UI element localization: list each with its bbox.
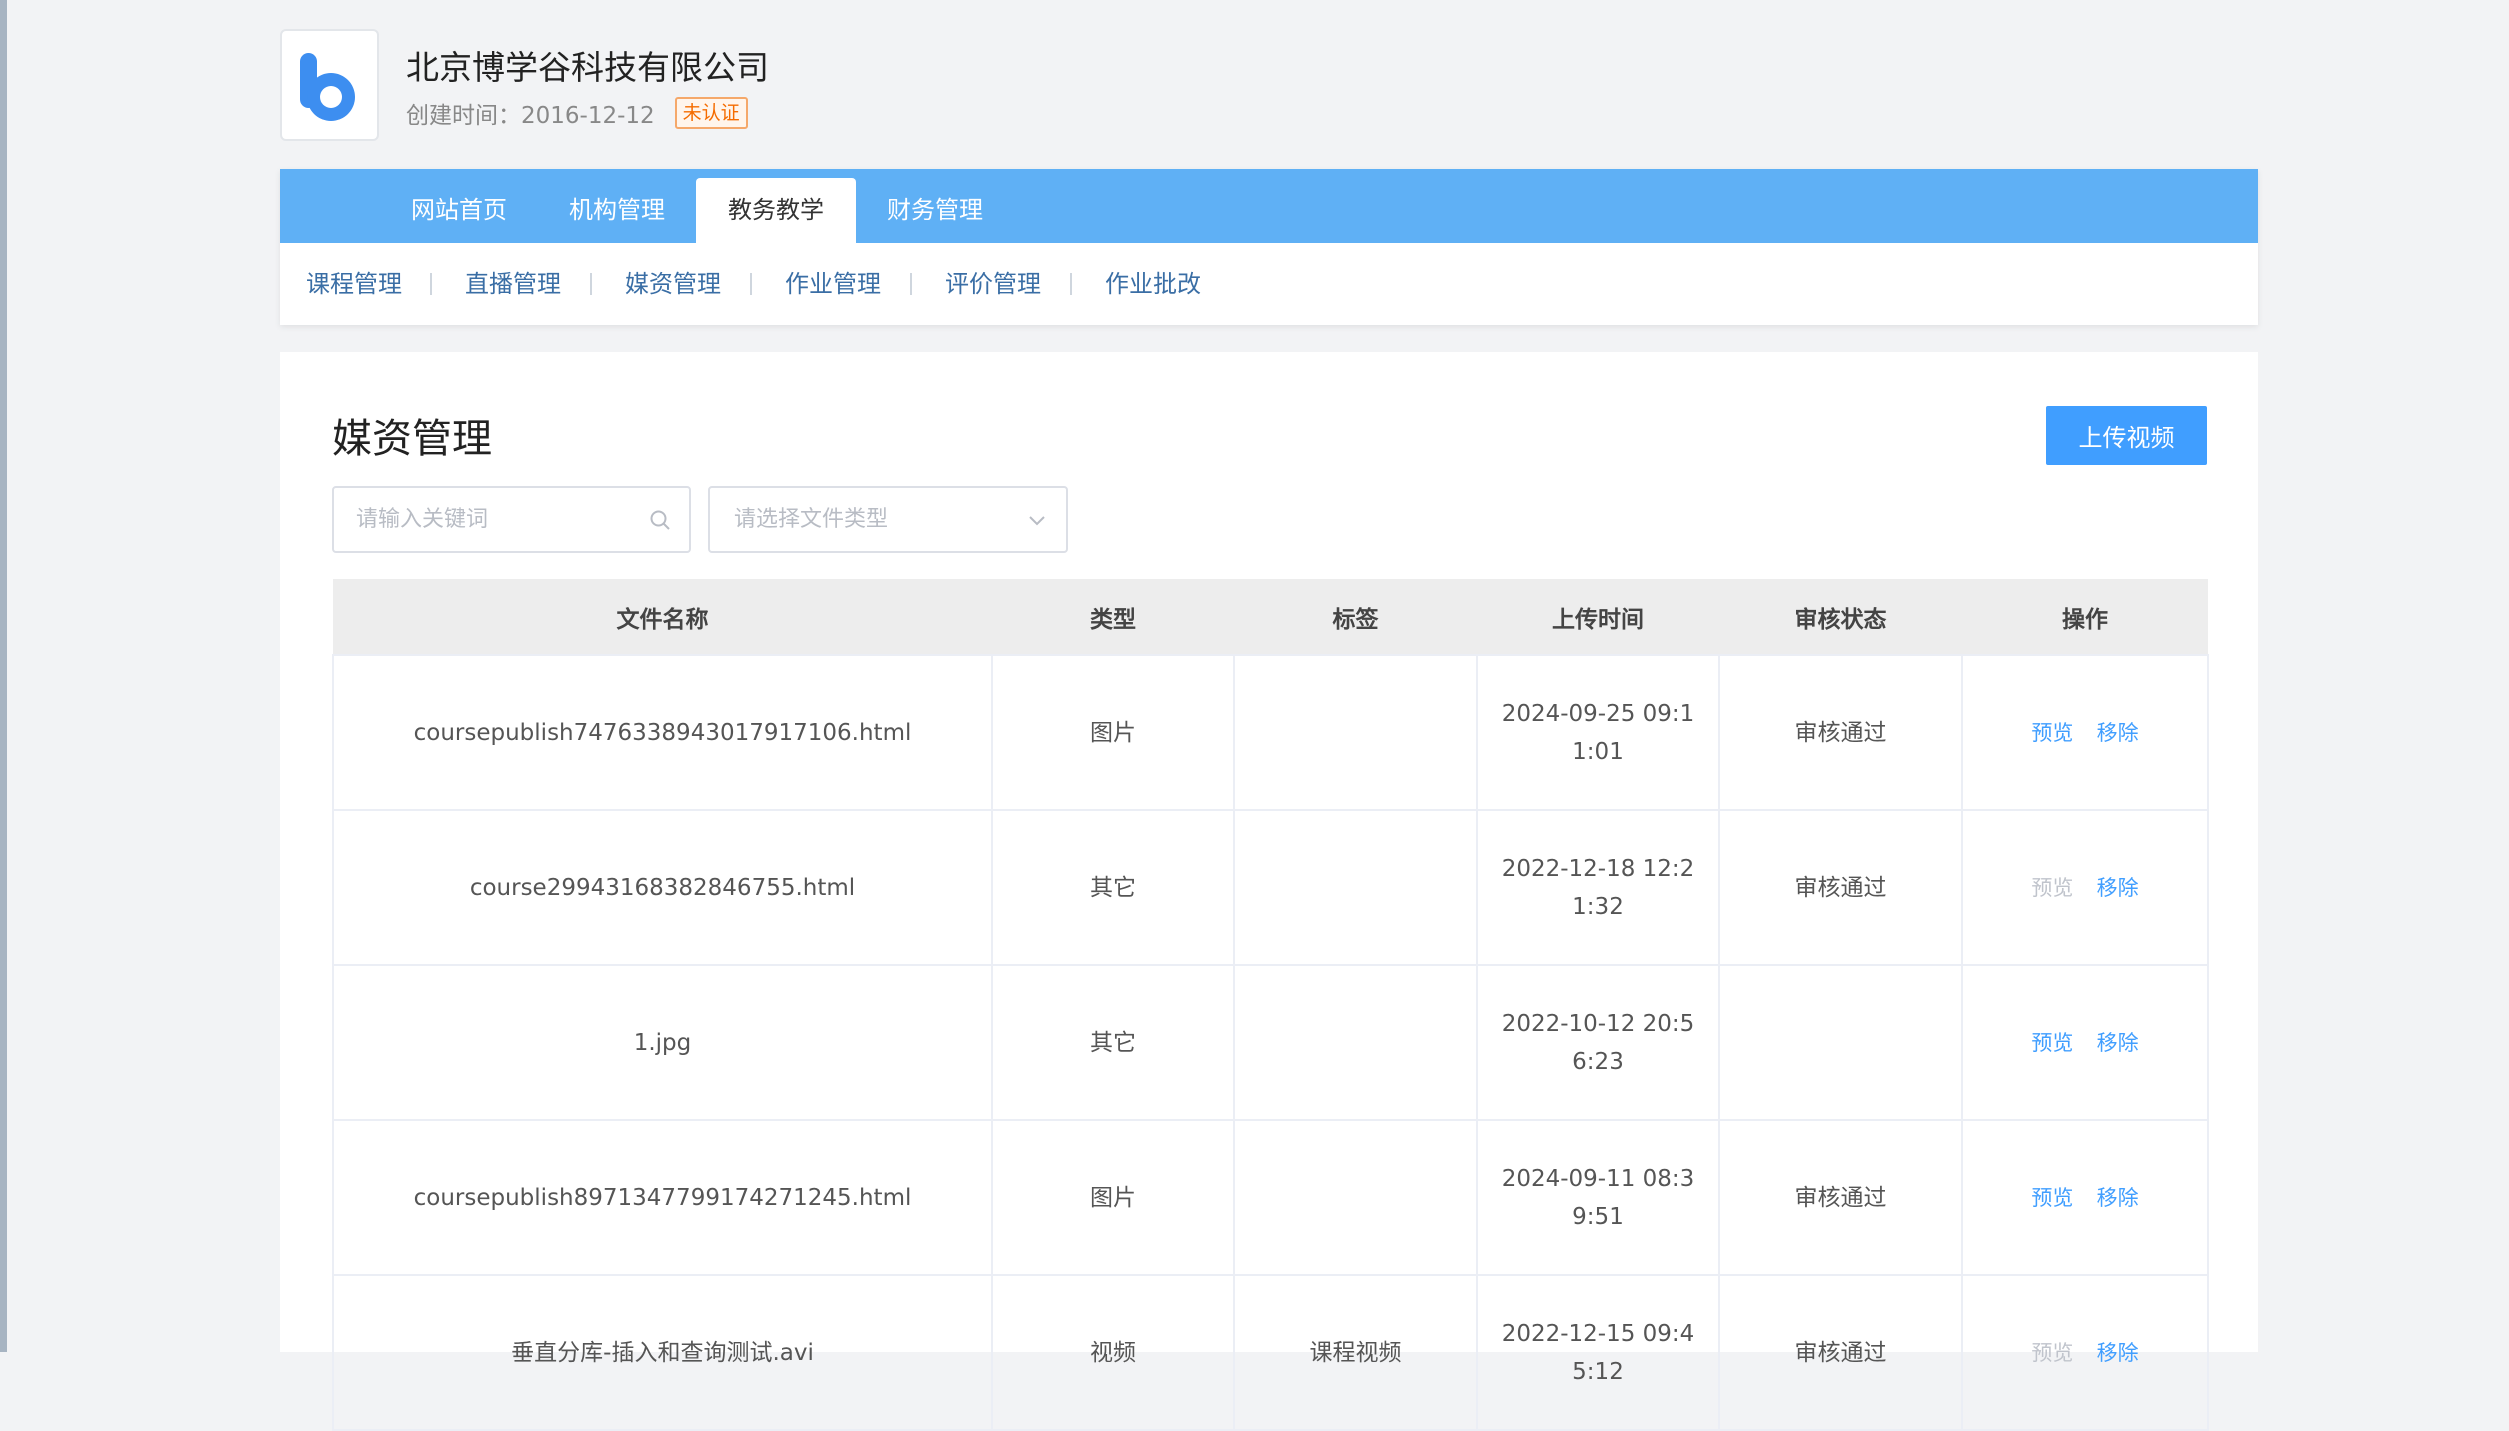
tab-home[interactable]: 网站首页 [380,178,538,243]
left-edge-strip [0,0,7,1352]
sub-nav: 课程管理 直播管理 媒资管理 作业管理 评价管理 作业批改 [280,243,2258,325]
company-meta: 创建时间：2016-12-12 未认证 [406,96,748,130]
table-row: course29943168382846755.html 其它 2022-12-… [332,809,2209,966]
cell-upload-time: 2024-09-11 08:39:51 [1476,1119,1720,1276]
company-header: 北京博学谷科技有限公司 创建时间：2016-12-12 未认证 [280,29,2258,141]
cell-tag [1233,1119,1478,1276]
cell-review-status [1718,964,1963,1121]
col-header-tag: 标签 [1234,579,1477,655]
sub-tab-homework[interactable]: 作业管理 [785,243,881,325]
cell-filename: 垂直分库-插入和查询测试.avi [332,1274,993,1431]
table-row: coursepublish8971347799174271245.html 图片… [332,1119,2209,1276]
tab-teaching[interactable]: 教务教学 [696,178,856,243]
col-header-upload-time: 上传时间 [1477,579,1719,655]
cell-tag [1233,964,1478,1121]
cell-upload-time: 2022-12-15 09:45:12 [1476,1274,1720,1431]
upload-video-button[interactable]: 上传视频 [2046,406,2207,465]
cell-upload-time: 2024-09-25 09:11:01 [1476,654,1720,811]
cell-tag [1233,654,1478,811]
cell-review-status: 审核通过 [1718,809,1963,966]
navigation-card: 网站首页 机构管理 教务教学 财务管理 课程管理 直播管理 媒资管理 作业管理 … [280,169,2258,325]
cell-type: 视频 [991,1274,1235,1431]
preview-link[interactable]: 预览 [2031,1024,2073,1062]
preview-link[interactable]: 预览 [2031,714,2073,752]
cell-actions: 预览 移除 [1961,964,2209,1121]
verification-badge: 未认证 [674,97,748,129]
tab-organization[interactable]: 机构管理 [538,178,696,243]
keyword-search [332,486,691,553]
content-card: 媒资管理 上传视频 请选择文件类型 文件名称 类型 标签 [280,352,2258,1431]
cell-review-status: 审核通过 [1718,1119,1963,1276]
sub-tab-live[interactable]: 直播管理 [465,243,561,325]
remove-link[interactable]: 移除 [2097,1024,2139,1062]
cell-type: 其它 [991,964,1235,1121]
remove-link[interactable]: 移除 [2097,1179,2139,1217]
cell-upload-time: 2022-12-18 12:21:32 [1476,809,1720,966]
sub-nav-divider [910,273,912,295]
preview-link-disabled: 预览 [2031,1340,2074,1365]
sub-tab-evaluation[interactable]: 评价管理 [945,243,1041,325]
sub-nav-divider [590,273,592,295]
cell-type: 图片 [991,1119,1235,1276]
preview-link[interactable]: 预览 [2031,1179,2073,1217]
created-date: 创建时间：2016-12-12 [406,103,655,129]
chevron-down-icon [1029,516,1045,526]
cell-filename: 1.jpg [332,964,993,1121]
cell-tag: 课程视频 [1233,1274,1478,1431]
cell-filename: coursepublish8971347799174271245.html [332,1119,993,1276]
cell-actions: 预览 移除 [1961,1119,2209,1276]
col-header-review-status: 审核状态 [1719,579,1962,655]
company-name: 北京博学谷科技有限公司 [406,48,769,87]
file-type-select[interactable]: 请选择文件类型 [708,486,1068,553]
cell-upload-time: 2022-10-12 20:56:23 [1476,964,1720,1121]
table-header-row: 文件名称 类型 标签 上传时间 审核状态 操作 [333,579,2208,655]
tab-finance[interactable]: 财务管理 [856,178,1014,243]
sub-tab-grading[interactable]: 作业批改 [1105,243,1201,325]
media-table: 文件名称 类型 标签 上传时间 审核状态 操作 coursepublish747… [332,579,2209,1431]
cell-review-status: 审核通过 [1718,654,1963,811]
cell-type: 图片 [991,654,1235,811]
table-row: coursepublish7476338943017917106.html 图片… [332,654,2209,811]
main-nav: 网站首页 机构管理 教务教学 财务管理 [280,169,2258,243]
company-logo [280,29,379,141]
table-row: 垂直分库-插入和查询测试.avi 视频 课程视频 2022-12-15 09:4… [332,1274,2209,1431]
page-title: 媒资管理 [332,416,492,462]
cell-actions: 预览 移除 [1961,1274,2209,1431]
preview-link-disabled: 预览 [2031,875,2074,900]
cell-filename: coursepublish7476338943017917106.html [332,654,993,811]
sub-tab-course[interactable]: 课程管理 [306,243,402,325]
sub-nav-divider [750,273,752,295]
col-header-type: 类型 [992,579,1234,655]
search-icon[interactable] [649,509,671,531]
cell-type: 其它 [991,809,1235,966]
remove-link[interactable]: 移除 [2097,714,2139,752]
col-header-actions: 操作 [1962,579,2208,655]
table-row: 1.jpg 其它 2022-10-12 20:56:23 预览 移除 [332,964,2209,1121]
sub-tab-media[interactable]: 媒资管理 [625,243,721,325]
cell-review-status: 审核通过 [1718,1274,1963,1431]
keyword-search-input[interactable] [356,488,646,551]
sub-nav-divider [430,273,432,295]
logo-b-icon [300,53,355,121]
col-header-filename: 文件名称 [333,579,992,655]
remove-link[interactable]: 移除 [2097,869,2139,907]
cell-actions: 预览 移除 [1961,654,2209,811]
cell-tag [1233,809,1478,966]
cell-filename: course29943168382846755.html [332,809,993,966]
cell-actions: 预览 移除 [1961,809,2209,966]
file-type-placeholder: 请选择文件类型 [734,507,889,532]
sub-nav-divider [1070,273,1072,295]
remove-link[interactable]: 移除 [2097,1334,2139,1372]
